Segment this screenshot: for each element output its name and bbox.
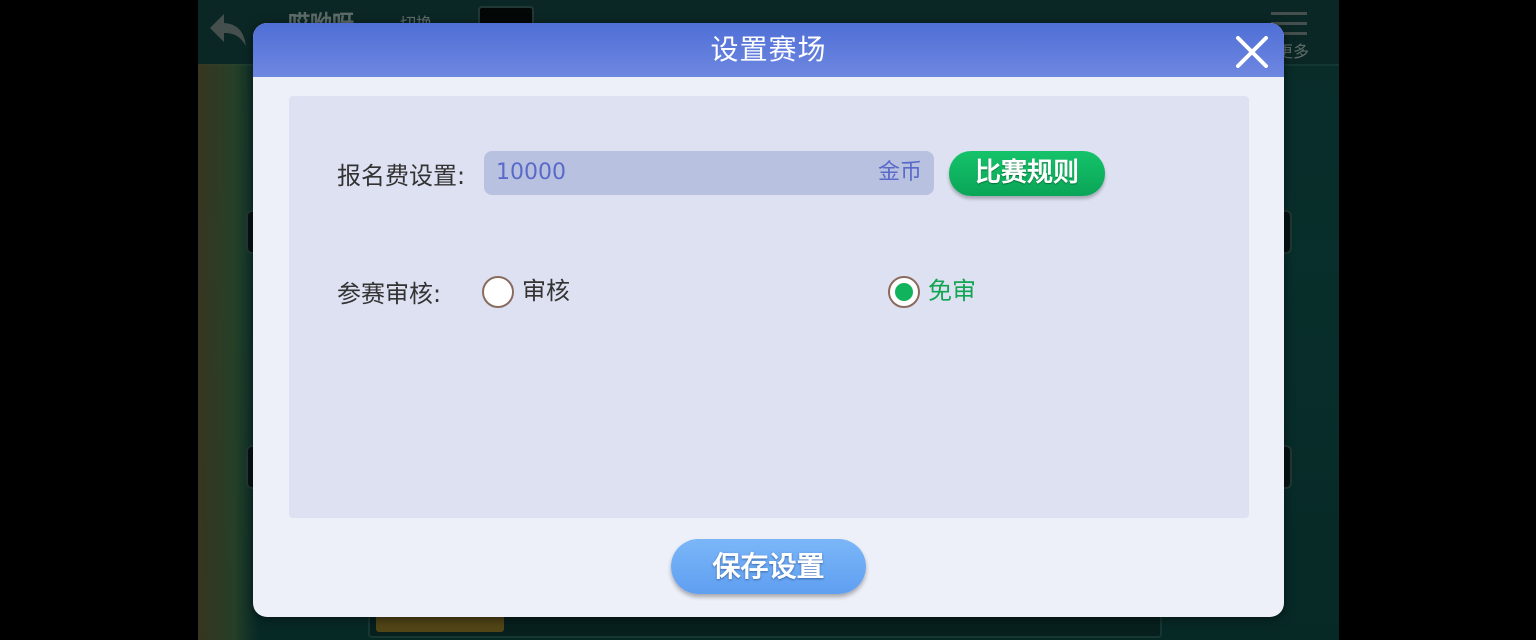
fee-input[interactable]: 10000 金币: [484, 151, 934, 195]
screen: 哎呦呀 切换 更多 设置赛场 报名费设: [0, 0, 1536, 640]
radio-no-review-label: 免审: [928, 277, 976, 305]
fee-value: 10000: [496, 160, 566, 185]
close-icon[interactable]: [1232, 32, 1272, 72]
settings-panel: 报名费设置: 10000 金币 比赛规则 参赛审核: 审核 免审: [289, 96, 1249, 518]
review-label: 参赛审核:: [337, 280, 442, 308]
match-rules-button[interactable]: 比赛规则: [949, 151, 1105, 196]
radio-review-circle: [482, 276, 514, 308]
fee-unit: 金币: [877, 160, 922, 185]
dialog-header: 设置赛场: [253, 23, 1284, 77]
radio-review-label: 审核: [522, 277, 570, 305]
fee-label: 报名费设置:: [337, 162, 466, 190]
radio-no-review-circle: [888, 276, 920, 308]
save-settings-button[interactable]: 保存设置: [671, 539, 866, 594]
dialog-title: 设置赛场: [710, 33, 827, 66]
radio-selected-dot: [895, 283, 913, 301]
settings-dialog: 设置赛场 报名费设置: 10000 金币 比赛规则 参赛审核: 审核 免审 保存…: [253, 23, 1284, 617]
